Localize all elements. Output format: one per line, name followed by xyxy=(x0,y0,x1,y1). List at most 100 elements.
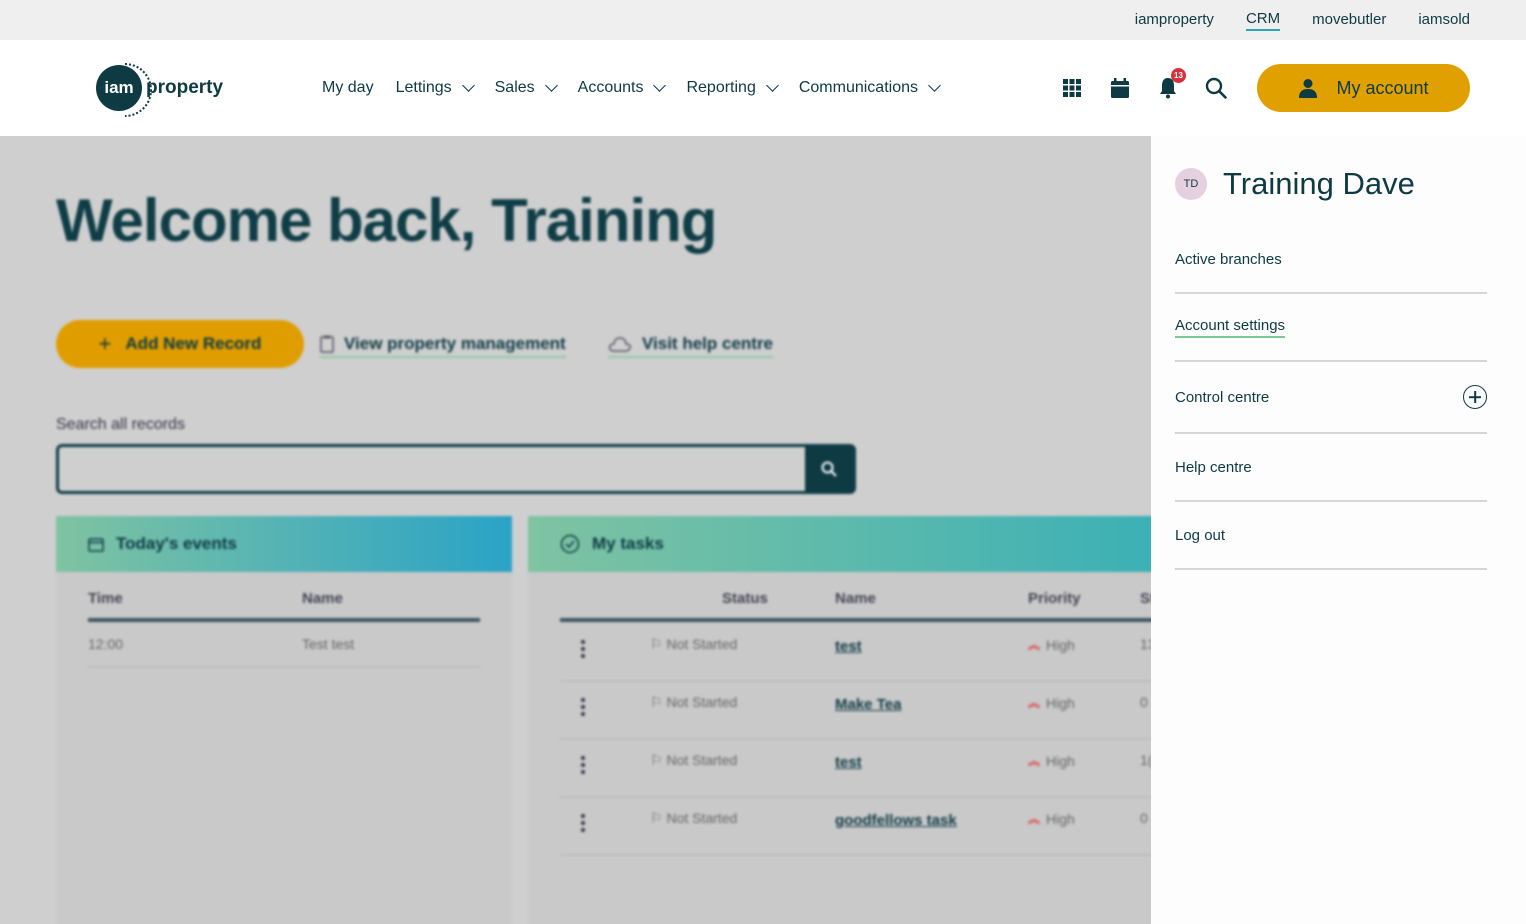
add-new-record-button[interactable]: + Add New Record xyxy=(56,320,304,368)
task-priority: ︽ High xyxy=(1028,810,1075,827)
nav-label: Accounts xyxy=(577,79,644,96)
header-icons: 13 xyxy=(1060,40,1228,136)
task-start: 0 xyxy=(1140,810,1148,826)
event-time: 12:00 xyxy=(88,636,124,652)
task-start: 1( xyxy=(1140,752,1151,768)
plus-icon: + xyxy=(98,331,112,356)
task-start: 0 xyxy=(1140,694,1148,710)
nav-label: Sales xyxy=(494,79,535,96)
card-title: My tasks xyxy=(592,534,664,553)
my-account-button[interactable]: My account xyxy=(1257,64,1470,112)
task-link[interactable]: goodfellows task xyxy=(835,812,957,829)
task-status-text: Not Started xyxy=(666,636,738,652)
brand-links: iamproperty CRM movebutler iamsold xyxy=(1135,0,1470,40)
task-status-text: Not Started xyxy=(666,810,738,826)
chevron-down-icon xyxy=(928,79,941,92)
nav-accounts[interactable]: Accounts xyxy=(577,79,667,97)
row-divider xyxy=(560,738,1151,740)
expand-plus-icon[interactable] xyxy=(1463,385,1487,409)
event-name: Test test xyxy=(302,636,355,652)
cloud-icon xyxy=(608,337,631,352)
flag-icon: ⚐ xyxy=(650,752,667,768)
link-iamproperty[interactable]: iamproperty xyxy=(1135,11,1214,30)
apps-grid-icon[interactable] xyxy=(1060,76,1084,100)
logo-word: property xyxy=(146,77,224,98)
top-strip: iamproperty CRM movebutler iamsold xyxy=(0,0,1526,40)
link-iamsold[interactable]: iamsold xyxy=(1418,11,1470,30)
card-title: Today's events xyxy=(116,534,237,553)
header-divider xyxy=(560,618,1151,622)
nav-label: Reporting xyxy=(686,79,756,96)
card-header: My tasks xyxy=(528,516,1151,572)
page-title: Welcome back, Training xyxy=(56,187,717,254)
priority-high-icon: ︽ xyxy=(1028,638,1041,652)
menu-item-label: Account settings xyxy=(1175,317,1286,338)
task-status: ⚐ Not Started xyxy=(650,810,737,827)
user-header: TD Training Dave xyxy=(1175,166,1415,202)
task-status-text: Not Started xyxy=(666,694,738,710)
task-priority: ︽ High xyxy=(1028,636,1075,653)
row-divider xyxy=(560,854,1151,856)
nav-my-day[interactable]: My day xyxy=(322,79,374,97)
chevron-down-icon xyxy=(765,79,779,92)
column-header: Status xyxy=(722,590,768,607)
task-status: ⚐ Not Started xyxy=(650,636,737,653)
priority-high-icon: ︽ xyxy=(1028,812,1041,826)
account-panel: TD Training Dave Active branches Account… xyxy=(1151,136,1526,924)
nav-communications[interactable]: Communications xyxy=(798,79,941,97)
avatar: TD xyxy=(1175,168,1207,200)
header-divider xyxy=(88,618,480,622)
chevron-down-icon xyxy=(653,79,667,92)
account-menu: Active branches Account settings Control… xyxy=(1175,226,1487,570)
flag-icon: ⚐ xyxy=(650,694,667,710)
bell-icon[interactable]: 13 xyxy=(1156,68,1186,100)
menu-item-log-out[interactable]: Log out xyxy=(1175,502,1487,570)
menu-item-help-centre[interactable]: Help centre xyxy=(1175,434,1487,502)
menu-item-account-settings[interactable]: Account settings xyxy=(1175,294,1487,362)
flag-icon: ⚐ xyxy=(650,636,667,652)
calendar-icon[interactable] xyxy=(1108,76,1132,100)
menu-item-control-centre[interactable]: Control centre xyxy=(1175,362,1487,434)
menu-item-label: Help centre xyxy=(1175,458,1252,476)
row-menu-icon[interactable] xyxy=(581,814,585,835)
nav-sales[interactable]: Sales xyxy=(494,79,558,97)
task-status-text: Not Started xyxy=(666,752,738,768)
my-account-label: My account xyxy=(1336,77,1429,98)
task-priority: ︽ High xyxy=(1028,752,1075,769)
row-menu-icon[interactable] xyxy=(581,640,585,661)
nav-label: My day xyxy=(322,79,374,96)
link-movebutler[interactable]: movebutler xyxy=(1312,11,1386,30)
task-link[interactable]: test xyxy=(835,638,862,655)
row-divider xyxy=(560,796,1151,798)
flag-icon: ⚐ xyxy=(650,810,667,826)
menu-item-label: Control centre xyxy=(1175,388,1270,406)
dashboard-overlay: Welcome back, Training + Add New Record … xyxy=(0,136,1151,924)
search-icon xyxy=(821,461,837,477)
search-button[interactable] xyxy=(805,447,853,491)
task-priority-text: High xyxy=(1046,694,1075,711)
row-menu-icon[interactable] xyxy=(581,756,585,777)
row-divider xyxy=(88,666,480,668)
nav-lettings[interactable]: Lettings xyxy=(396,79,475,97)
logo-mark: iam xyxy=(96,65,142,111)
task-link[interactable]: test xyxy=(835,754,862,771)
todays-events-card: Today's events Time Name 12:00 Test test xyxy=(56,516,512,924)
search-icon[interactable] xyxy=(1204,76,1228,100)
visit-help-centre-link[interactable]: Visit help centre xyxy=(608,334,774,358)
search-label: Search all records xyxy=(56,416,185,433)
user-name: Training Dave xyxy=(1223,166,1415,201)
logo[interactable]: iam property xyxy=(96,64,223,112)
menu-item-active-branches[interactable]: Active branches xyxy=(1175,226,1487,294)
nav-reporting[interactable]: Reporting xyxy=(686,79,779,97)
column-header: Time xyxy=(88,590,123,607)
view-property-management-link[interactable]: View property management xyxy=(320,334,566,358)
search-input[interactable] xyxy=(56,444,856,494)
row-menu-icon[interactable] xyxy=(581,698,585,719)
priority-high-icon: ︽ xyxy=(1028,696,1041,710)
link-crm[interactable]: CRM xyxy=(1245,10,1281,31)
task-priority-text: High xyxy=(1046,636,1075,653)
task-start: 13 xyxy=(1140,636,1151,652)
task-link[interactable]: Make Tea xyxy=(835,696,901,713)
nav-label: Communications xyxy=(798,79,918,96)
task-priority-text: High xyxy=(1046,752,1075,769)
